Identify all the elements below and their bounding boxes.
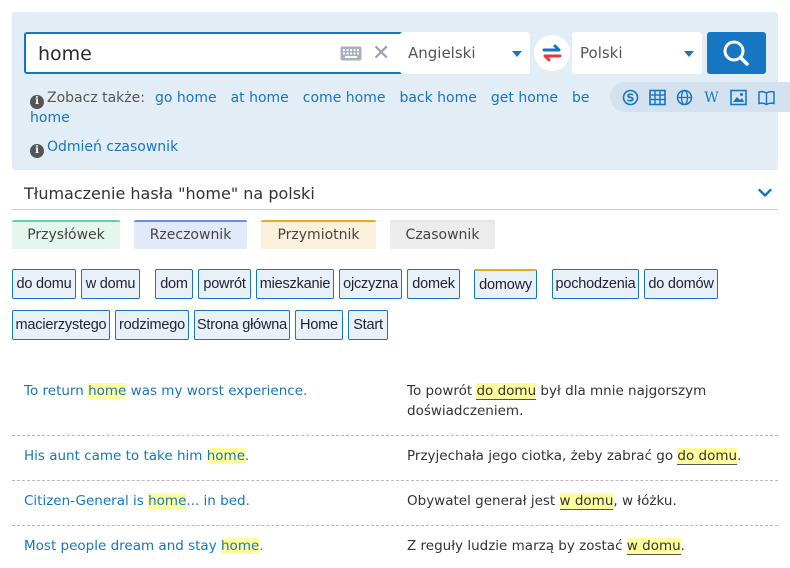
chevron-down-icon [512, 51, 522, 57]
example-source: Citizen-General is home... in bed. [24, 491, 250, 511]
example-text: To powrót [407, 383, 477, 399]
example-text: Citizen-General is [24, 493, 149, 509]
example-translation: Przyjechała jego ciotka, żeby zabrać go … [407, 446, 747, 466]
example-text: His aunt came to take him [24, 448, 207, 464]
translation-chip[interactable]: domowy [474, 269, 537, 299]
see-also-label: Zobacz także: [47, 90, 145, 106]
book-icon[interactable] [758, 89, 775, 106]
conjugate-row: i Odmień czasownik [30, 139, 178, 158]
translation-chip[interactable]: pochodzenia [552, 269, 639, 299]
search-panel: ✕ Angielski Polski iZobacz także:go home… [12, 12, 790, 170]
pos-tab-verb[interactable]: Czasownik [390, 220, 495, 249]
example-text: was my worst experience. [126, 383, 308, 399]
example-highlight: home [221, 538, 260, 554]
example-text: Przyjechała jego ciotka, żeby zabrać go [407, 448, 678, 464]
example-row: To return home was my worst experience. … [12, 372, 778, 436]
search-button[interactable] [707, 32, 766, 74]
wikipedia-icon[interactable]: W [703, 89, 720, 106]
example-row: Most people dream and stay home. Z reguł… [12, 526, 778, 568]
translation-chip[interactable]: do domu [12, 269, 76, 299]
example-text: ... in bed. [186, 493, 250, 509]
example-source: To return home was my worst experience. [24, 381, 307, 401]
translation-chip[interactable]: w domu [81, 269, 140, 299]
conjugate-verb-link[interactable]: Odmień czasownik [47, 139, 178, 155]
example-text: . [259, 538, 264, 554]
globe-icon[interactable] [676, 89, 693, 106]
translation-heading: Tłumaczenie hasła "home" na polski [24, 184, 315, 203]
see-also-link[interactable]: back home [399, 90, 476, 106]
example-text: Z reguły ludzie marzą by zostać [407, 538, 627, 554]
table-icon[interactable] [649, 89, 666, 106]
see-also: i Zobacz także: go home at home come home bac… [30, 89, 590, 127]
tools-strip: S W [610, 82, 790, 112]
example-source: Most people dream and stay home. [24, 536, 264, 556]
swap-languages-button[interactable] [534, 35, 570, 71]
divider [12, 209, 778, 210]
see-also-link[interactable]: at home [231, 90, 289, 106]
translation-chip[interactable]: Home [295, 310, 343, 340]
example-row: Citizen-General is home... in bed. Obywa… [12, 481, 778, 526]
example-highlight: home [148, 493, 187, 509]
image-icon[interactable] [730, 89, 747, 106]
example-highlight: w domu [559, 493, 614, 510]
search-icon [723, 40, 749, 66]
example-text: Most people dream and stay [24, 538, 221, 554]
translation-chip[interactable]: Strona główna [194, 310, 290, 340]
synonyms-icon[interactable]: S [622, 89, 639, 106]
swap-languages-icon [542, 44, 562, 62]
example-text: To return [24, 383, 89, 399]
translation-chip[interactable]: mieszkanie [256, 269, 334, 299]
translation-chip[interactable]: macierzystego [12, 310, 110, 340]
translation-chip[interactable]: domek [407, 269, 460, 299]
keyboard-icon[interactable] [340, 46, 362, 61]
translation-chip[interactable]: dom [155, 269, 193, 299]
search-input[interactable] [38, 41, 328, 67]
svg-text:W: W [704, 90, 719, 106]
translation-chip[interactable]: Start [348, 310, 388, 340]
chevron-down-icon [684, 51, 694, 57]
translation-chip[interactable]: ojczyzna [339, 269, 402, 299]
example-text: , w łóżku. [613, 493, 677, 509]
target-language-label: Polski [580, 44, 623, 62]
close-icon[interactable]: ✕ [372, 42, 390, 64]
example-row: His aunt came to take him home. Przyjech… [12, 436, 778, 481]
translation-chip[interactable]: do domów [644, 269, 718, 299]
example-highlight: w domu [626, 538, 681, 555]
example-translation: Obywatel generał jest w domu, w łóżku. [407, 491, 747, 511]
pos-tab-adverb[interactable]: Przysłówek [12, 220, 120, 249]
info-icon: i [30, 144, 44, 158]
see-also-link[interactable]: come home [303, 90, 386, 106]
example-text: Obywatel generał jest [407, 493, 560, 509]
target-language-select[interactable]: Polski [572, 32, 702, 74]
search-box[interactable]: ✕ [24, 32, 407, 74]
example-highlight: do domu [476, 383, 537, 400]
source-language-label: Angielski [408, 44, 476, 62]
example-source: His aunt came to take him home. [24, 446, 249, 466]
translation-chip[interactable]: powrót [198, 269, 251, 299]
pos-tab-adjective[interactable]: Przymiotnik [261, 220, 376, 249]
example-translation: To powrót do domu był dla mnie najgorszy… [407, 381, 747, 421]
example-text: . [680, 538, 685, 554]
example-highlight: do domu [677, 448, 738, 465]
example-translation: Z reguły ludzie marzą by zostać w domu. [407, 536, 747, 556]
chevron-down-icon[interactable] [758, 186, 772, 200]
svg-text:S: S [627, 92, 635, 105]
example-highlight: home [206, 448, 246, 464]
source-language-select[interactable]: Angielski [400, 32, 530, 74]
example-text: . [737, 448, 742, 464]
translation-chip[interactable]: rodzimego [115, 310, 189, 340]
example-highlight: home [88, 383, 127, 399]
see-also-link[interactable]: go home [155, 90, 217, 106]
see-also-link[interactable]: get home [491, 90, 558, 106]
example-text: . [245, 448, 250, 464]
info-icon: i [30, 95, 44, 109]
pos-tab-noun[interactable]: Rzeczownik [134, 220, 247, 249]
